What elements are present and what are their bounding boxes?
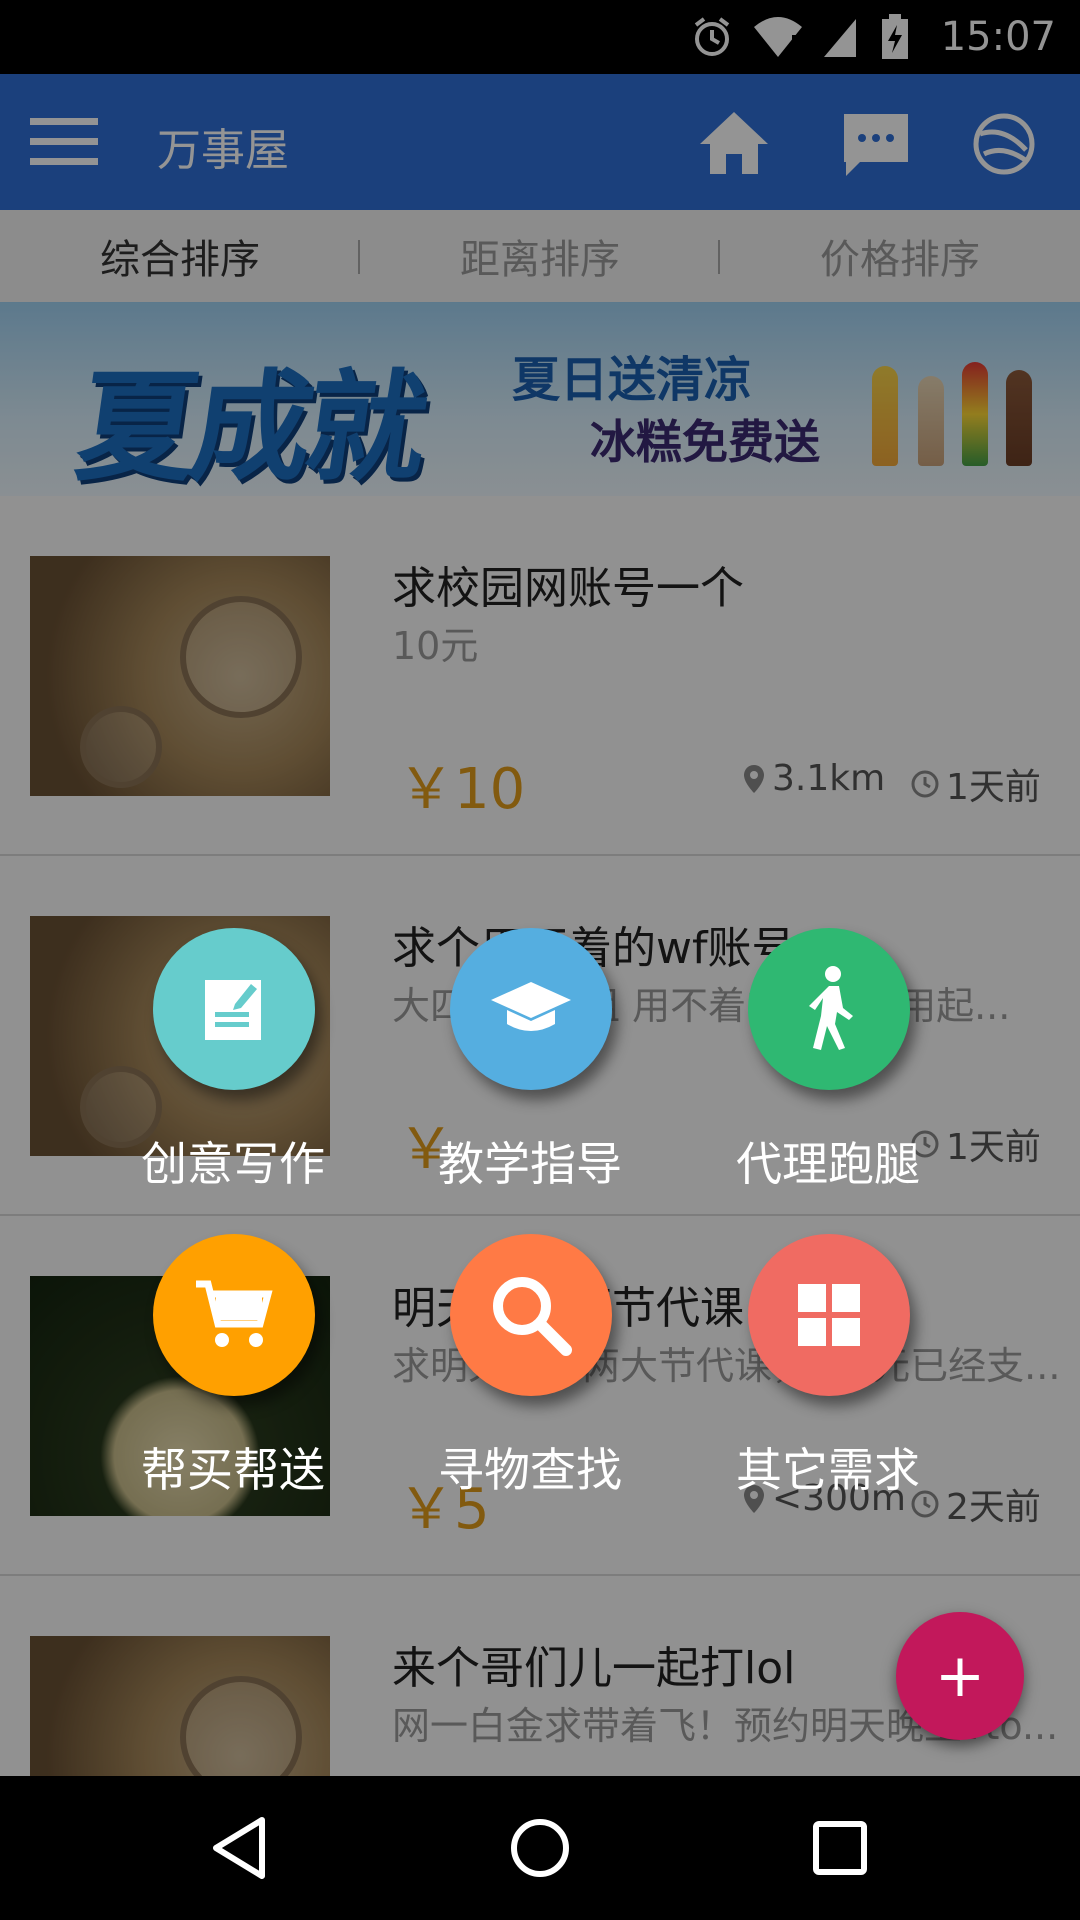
category-lost-and-found[interactable]: 寻物查找 <box>400 1234 660 1554</box>
category-label: 代理跑腿 <box>736 1137 920 1191</box>
category-circle <box>153 1234 315 1396</box>
shopping-cart-icon <box>196 1280 273 1347</box>
category-other-needs[interactable]: 其它需求 <box>698 1234 958 1554</box>
back-icon[interactable] <box>204 1812 276 1884</box>
note-edit-icon <box>205 980 261 1040</box>
recents-icon[interactable] <box>804 1812 876 1884</box>
grid-icon <box>798 1284 860 1346</box>
category-label: 创意写作 <box>141 1137 325 1191</box>
category-label: 其它需求 <box>736 1443 920 1497</box>
category-label: 帮买帮送 <box>141 1443 325 1497</box>
category-label: 寻物查找 <box>438 1443 622 1497</box>
category-circle <box>450 928 612 1090</box>
graduation-cap-icon <box>491 982 571 1031</box>
fab-label: + <box>934 1641 986 1711</box>
add-fab-button[interactable]: + <box>896 1612 1024 1740</box>
category-circle <box>748 1234 910 1396</box>
search-icon <box>493 1277 572 1356</box>
category-circle <box>153 928 315 1090</box>
category-creative-writing[interactable]: 创意写作 <box>103 928 363 1248</box>
home-circle-icon[interactable] <box>504 1812 576 1884</box>
category-label: 教学指导 <box>438 1137 622 1191</box>
category-teaching-guidance[interactable]: 教学指导 <box>400 928 660 1248</box>
screen: 15:07 万事屋 综合排序 距离排序 价格排序 夏成就 夏日送清凉 冰糕免费送… <box>0 0 1080 1920</box>
category-circle <box>748 928 910 1090</box>
category-buy-deliver[interactable]: 帮买帮送 <box>103 1234 363 1554</box>
nav-bar <box>0 1776 1080 1920</box>
walking-person-icon <box>809 966 853 1050</box>
category-circle <box>450 1234 612 1396</box>
category-errand-running[interactable]: 代理跑腿 <box>698 928 958 1248</box>
